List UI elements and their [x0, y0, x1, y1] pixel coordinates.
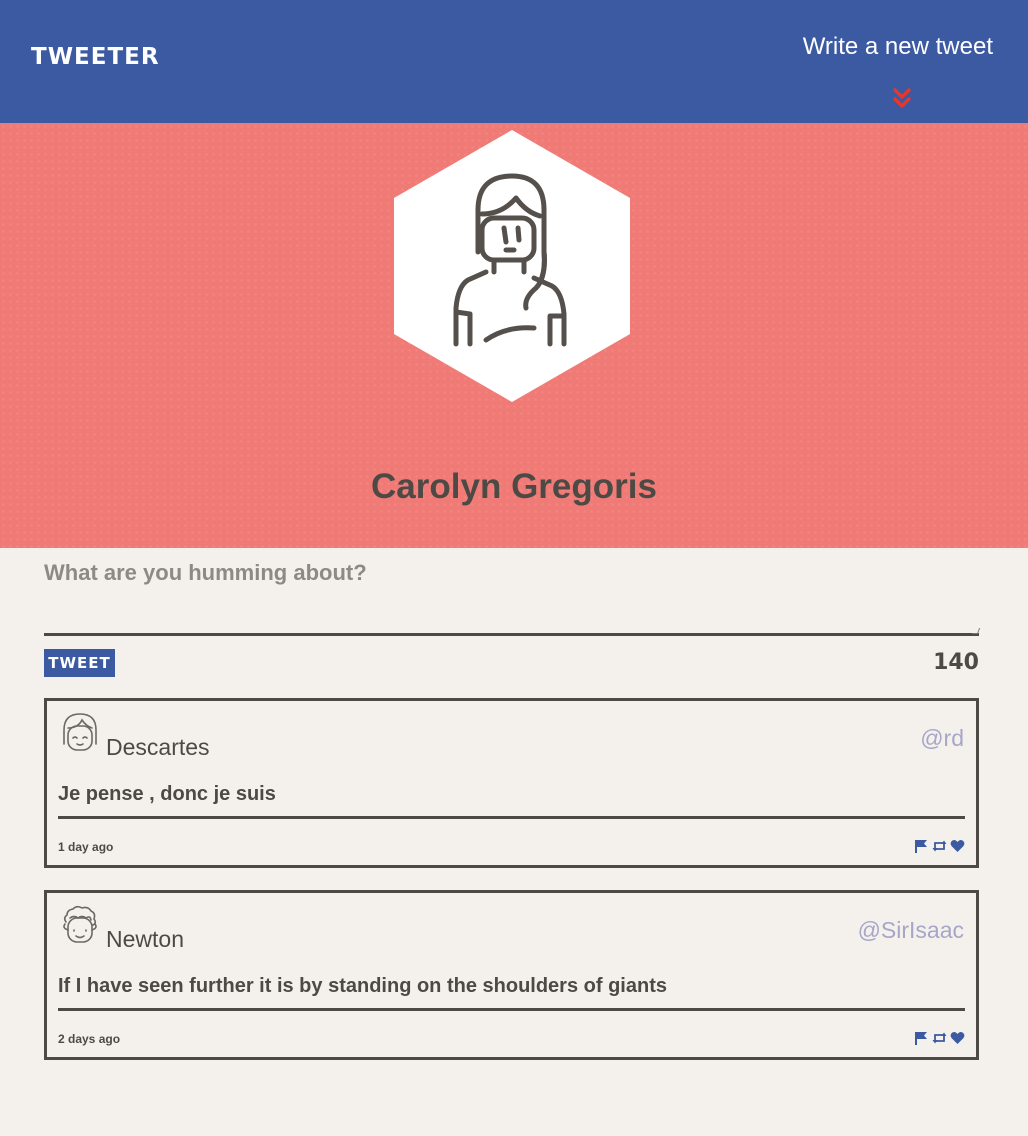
profile-name: Carolyn Gregoris — [371, 467, 657, 506]
tweet-text: Je pense , donc je suis — [58, 783, 276, 805]
heart-icon[interactable] — [950, 839, 965, 853]
profile-avatar — [394, 130, 630, 402]
tweet-handle[interactable]: @SirIsaac — [858, 917, 964, 944]
app-logo[interactable]: TWEETER — [31, 44, 160, 70]
tweet-handle[interactable]: @rd — [920, 725, 964, 752]
curly-hair-avatar-icon — [63, 905, 97, 943]
flag-icon[interactable] — [914, 839, 929, 853]
tweet-divider — [58, 816, 965, 819]
girl-avatar-icon — [63, 713, 97, 751]
flag-icon[interactable] — [914, 1031, 929, 1045]
heart-icon[interactable] — [950, 1031, 965, 1045]
tweet-actions — [914, 1031, 965, 1045]
double-chevron-down-icon[interactable] — [892, 86, 912, 112]
top-navbar: TWEETER Write a new tweet — [0, 0, 1028, 123]
tweet-actions — [914, 839, 965, 853]
retweet-icon[interactable] — [932, 1031, 947, 1045]
tweet-author[interactable]: Descartes — [106, 734, 210, 761]
tweet-timestamp: 2 days ago — [58, 1032, 121, 1046]
write-new-tweet-link[interactable]: Write a new tweet — [803, 33, 993, 61]
tweet-author[interactable]: Newton — [106, 926, 184, 953]
tweet-card: Descartes @rd Je pense , donc je suis 1 … — [44, 698, 979, 868]
tweet-card: Newton @SirIsaac If I have seen further … — [44, 890, 979, 1060]
character-counter: 140 — [933, 650, 979, 675]
tweet-divider — [58, 1008, 965, 1011]
profile-banner: Carolyn Gregoris — [0, 123, 1028, 548]
tweet-text: If I have seen further it is by standing… — [58, 975, 667, 997]
tweet-composer — [44, 558, 981, 638]
retweet-icon[interactable] — [932, 839, 947, 853]
tweet-button[interactable]: TWEET — [44, 649, 115, 677]
tweet-input[interactable] — [44, 558, 979, 636]
tweet-timestamp: 1 day ago — [58, 840, 114, 854]
